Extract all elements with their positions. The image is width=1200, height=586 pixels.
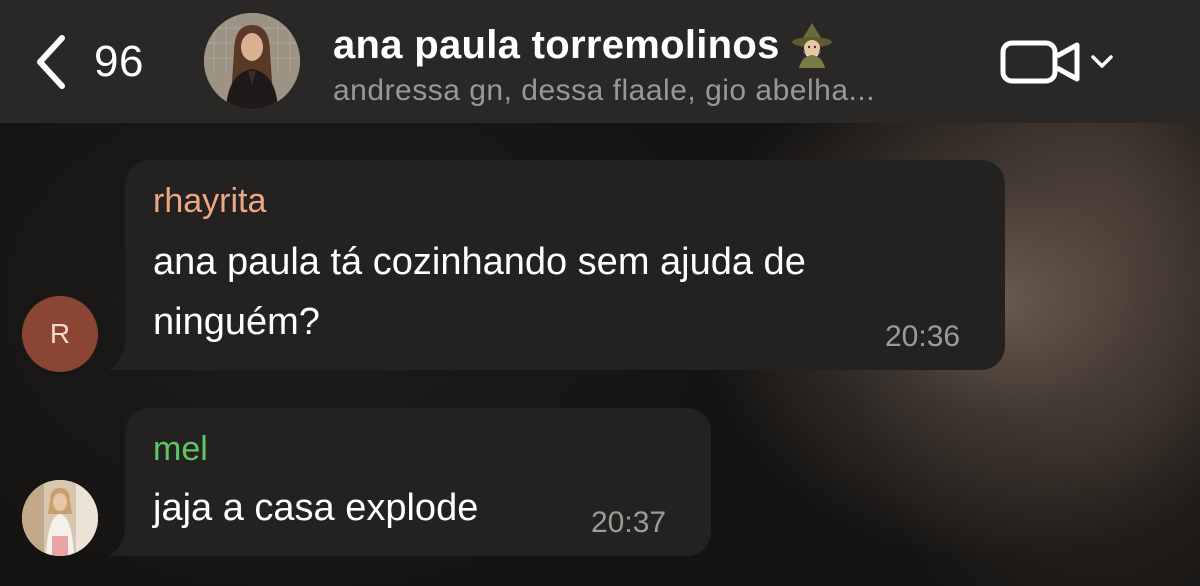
group-photo <box>204 13 300 109</box>
bubble-tail <box>108 526 146 556</box>
back-button[interactable]: 96 <box>30 30 170 94</box>
chevron-down-icon[interactable] <box>1090 54 1114 70</box>
sender-name[interactable]: rhayrita <box>153 182 266 221</box>
avatar-rhayrita[interactable]: R <box>22 296 98 372</box>
chat-header: 96 ana paula torremolinos andressa gn, d… <box>0 0 1200 123</box>
chat-title[interactable]: ana paula torremolinos <box>333 22 834 68</box>
message-time: 20:36 <box>885 320 961 353</box>
mage-emoji-icon <box>791 23 832 68</box>
chat-members[interactable]: andressa gn, dessa flaale, gio abelha... <box>333 74 875 108</box>
bubble-tail <box>108 340 146 370</box>
chat-title-text: ana paula torremolinos <box>333 22 780 67</box>
chat-screen: 96 ana paula torremolinos andressa gn, d… <box>0 0 1200 586</box>
avatar-initial: R <box>49 318 71 349</box>
chevron-left-icon <box>37 35 65 89</box>
message-text: jaja a casa explode <box>153 487 479 529</box>
group-avatar[interactable] <box>204 13 300 109</box>
message-time: 20:37 <box>591 506 667 539</box>
sender-name[interactable]: mel <box>153 430 208 469</box>
message-text-line: ninguém? <box>153 301 320 343</box>
avatar-photo <box>22 480 98 556</box>
unread-count: 96 <box>94 37 144 86</box>
avatar-mel[interactable] <box>22 480 98 556</box>
video-call-button[interactable] <box>1000 36 1118 88</box>
message-text-line: ana paula tá cozinhando sem ajuda de <box>153 241 806 283</box>
message-bubble[interactable]: rhayrita ana paula tá cozinhando sem aju… <box>125 160 1005 370</box>
video-camera-icon <box>1000 40 1080 84</box>
message-bubble[interactable]: mel jaja a casa explode 20:37 <box>125 408 711 556</box>
